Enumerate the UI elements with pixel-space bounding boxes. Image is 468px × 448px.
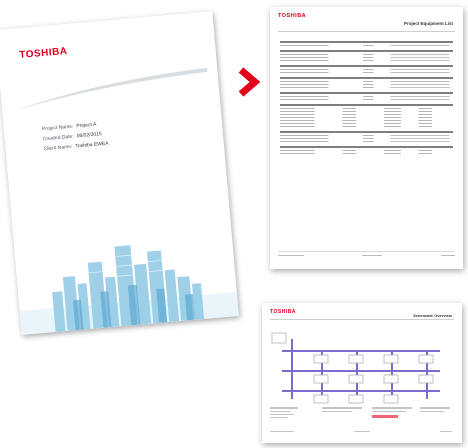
- table-row: [280, 54, 453, 55]
- table-row: [280, 117, 453, 118]
- client-name-value: Toshiba EWEA: [75, 140, 109, 150]
- section-header: [280, 41, 453, 43]
- table-row: [280, 108, 453, 109]
- table-row: [280, 114, 453, 115]
- table-row: [280, 69, 453, 70]
- table-row: [280, 57, 453, 58]
- table-row: [280, 150, 453, 151]
- header-divider: [278, 31, 455, 32]
- table-row: [280, 87, 453, 88]
- section-header: [280, 77, 453, 79]
- table-row: [280, 96, 453, 97]
- section-header: [280, 104, 453, 106]
- table-row: [280, 126, 453, 127]
- section-header: [280, 50, 453, 52]
- table-row: [280, 111, 453, 112]
- page-footer: [278, 251, 455, 259]
- table-row: [280, 60, 453, 61]
- table-row: [280, 81, 453, 82]
- table-row: [280, 153, 453, 154]
- schematic-diagram: [270, 332, 452, 432]
- section-header: [280, 65, 453, 67]
- toshiba-logo: TOSHIBA: [18, 45, 69, 62]
- city-skyline-icon: [19, 245, 239, 335]
- equipment-table: [280, 37, 453, 154]
- project-cover-page: TOSHIBA Project Name: Project A Created D…: [0, 11, 239, 335]
- project-info: Project Name: Project A Created Date: 06/0…: [41, 119, 109, 155]
- swoosh-icon: [14, 67, 208, 111]
- table-row: [280, 123, 453, 124]
- table-row: [280, 141, 453, 142]
- schematic-overview-page: TOSHIBA Schematic Overview: [262, 303, 462, 443]
- toshiba-logo: TOSHIBA: [278, 13, 307, 19]
- equipment-list-title: Project Equipment List: [403, 21, 453, 26]
- section-header: [280, 92, 453, 94]
- section-header: [280, 131, 453, 133]
- table-row: [280, 45, 453, 46]
- table-row: [280, 72, 453, 73]
- table-row: [280, 84, 453, 85]
- section-header: [280, 146, 453, 148]
- equipment-list-page: TOSHIBA Project Equipment List: [270, 7, 463, 269]
- project-name-value: Project A: [76, 121, 97, 130]
- table-row: [280, 99, 453, 100]
- table-row: [280, 135, 453, 136]
- chevron-right-icon: [238, 67, 261, 97]
- table-row: [280, 138, 453, 139]
- table-row: [280, 120, 453, 121]
- created-date-value: 06/02/2015: [76, 131, 102, 140]
- client-name-label: Client Name:: [43, 143, 73, 153]
